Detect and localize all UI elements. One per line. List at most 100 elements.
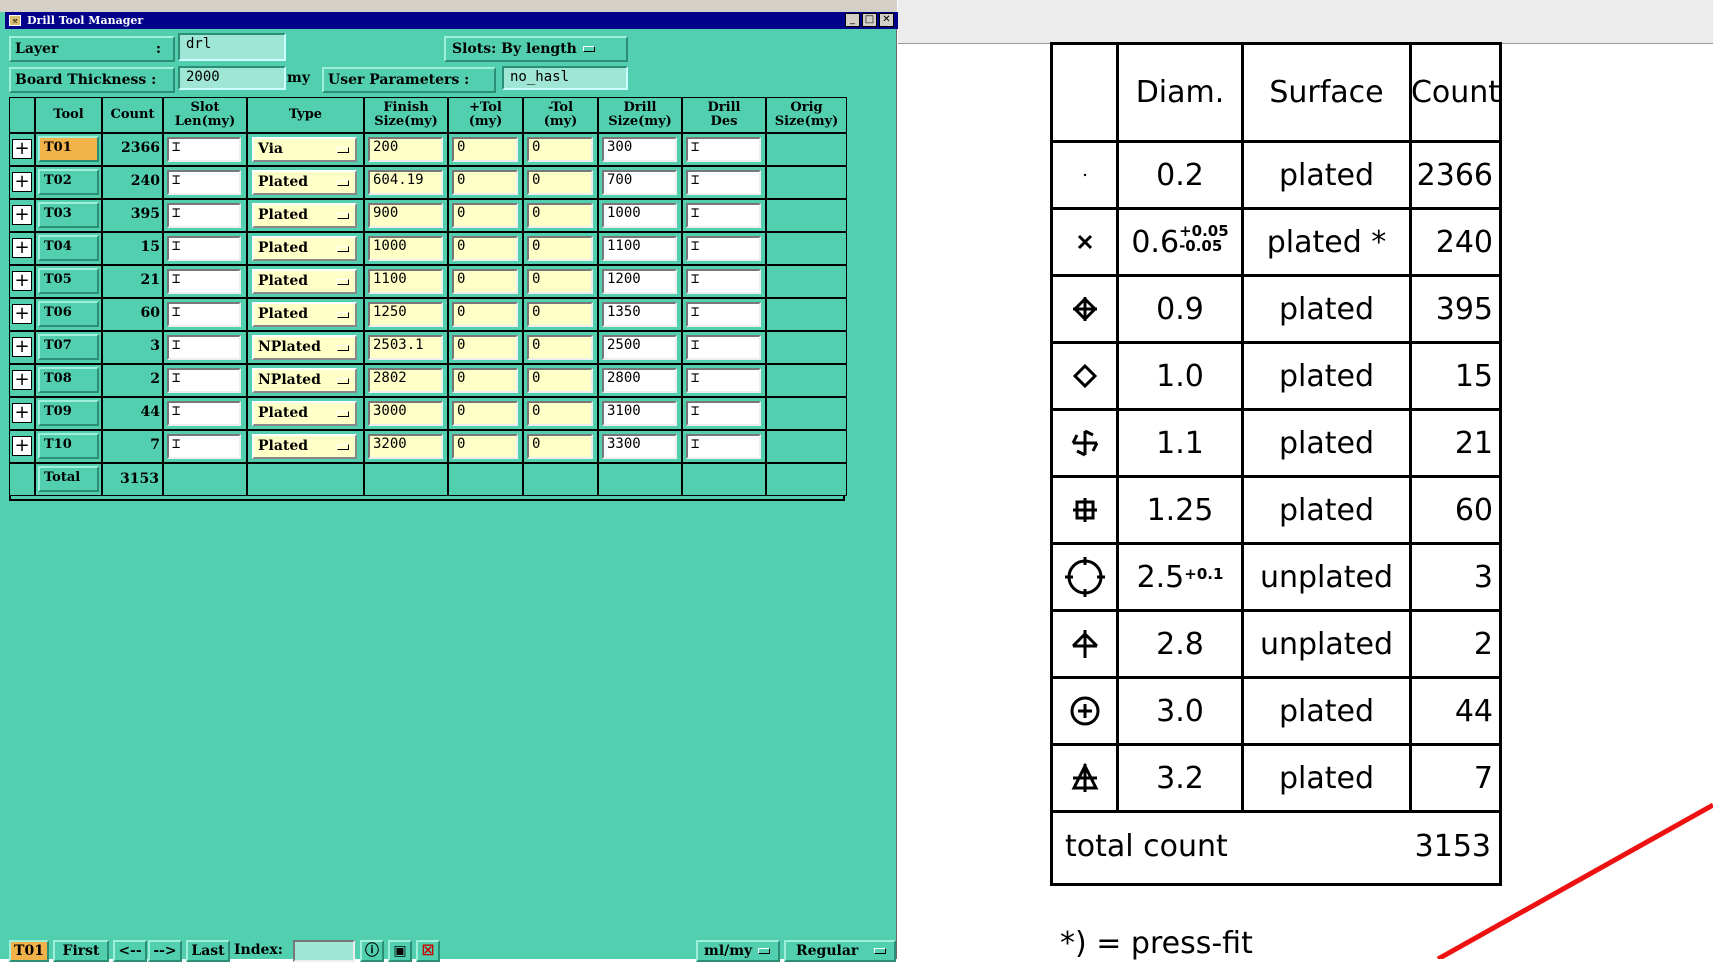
expand-icon[interactable]: + [12, 205, 32, 225]
plus-tol-input[interactable]: 0 [452, 203, 518, 228]
tool-button[interactable]: T10 [38, 433, 99, 459]
expand-icon[interactable]: + [12, 436, 32, 456]
maximize-button[interactable]: □ [862, 13, 877, 27]
tool-button[interactable]: T09 [38, 400, 99, 426]
plus-tol-input[interactable]: 0 [452, 434, 518, 459]
type-dropdown[interactable]: Plated [252, 401, 357, 426]
drill-des-input[interactable]: ⌶ [686, 401, 761, 426]
close-button[interactable]: ✕ [879, 13, 894, 27]
expand-icon[interactable]: + [12, 304, 32, 324]
drill-size-input[interactable]: 300 [602, 137, 677, 162]
slot-length-input[interactable]: ⌶ [167, 203, 241, 228]
type-dropdown[interactable]: Plated [252, 170, 357, 195]
slot-length-input[interactable]: ⌶ [167, 302, 241, 327]
tool-button[interactable]: T04 [38, 235, 99, 261]
type-dropdown[interactable]: NPlated [252, 368, 357, 393]
minus-tol-input[interactable]: 0 [527, 302, 593, 327]
expand-icon[interactable]: + [12, 337, 32, 357]
tool-button[interactable]: T07 [38, 334, 99, 360]
slot-length-input[interactable]: ⌶ [167, 137, 241, 162]
drill-size-input[interactable]: 3100 [602, 401, 677, 426]
type-dropdown[interactable]: NPlated [252, 335, 357, 360]
drill-size-input[interactable]: 1000 [602, 203, 677, 228]
tool-button[interactable]: T02 [38, 169, 99, 195]
plus-tol-input[interactable]: 0 [452, 170, 518, 195]
drill-size-input[interactable]: 700 [602, 170, 677, 195]
slot-length-input[interactable]: ⌶ [167, 236, 241, 261]
finish-size-input[interactable]: 1250 [368, 302, 443, 327]
expand-icon[interactable]: + [12, 238, 32, 258]
minus-tol-input[interactable]: 0 [527, 203, 593, 228]
finish-size-input[interactable]: 3000 [368, 401, 443, 426]
minus-tol-input[interactable]: 0 [527, 137, 593, 162]
drill-des-input[interactable]: ⌶ [686, 335, 761, 360]
type-dropdown[interactable]: Plated [252, 302, 357, 327]
slots-dropdown[interactable]: Slots: By length [444, 36, 628, 62]
type-dropdown[interactable]: Plated [252, 434, 357, 459]
tool-button[interactable]: T08 [38, 367, 99, 393]
minus-tol-input[interactable]: 0 [527, 236, 593, 261]
tool-count: 15 [140, 239, 160, 255]
minus-tol-input[interactable]: 0 [527, 170, 593, 195]
finish-size-input[interactable]: 1000 [368, 236, 443, 261]
slot-length-input[interactable]: ⌶ [167, 401, 241, 426]
tool-button[interactable]: T03 [38, 202, 99, 228]
expand-icon[interactable]: + [12, 370, 32, 390]
drill-des-input[interactable]: ⌶ [686, 368, 761, 393]
drill-des-input[interactable]: ⌶ [686, 269, 761, 294]
minus-tol-input[interactable]: 0 [527, 335, 593, 360]
finish-size-input[interactable]: 604.19 [368, 170, 443, 195]
app-icon: ⚒ [9, 15, 21, 26]
expand-icon[interactable]: + [12, 403, 32, 423]
slot-length-input[interactable]: ⌶ [167, 269, 241, 294]
drill-size-input[interactable]: 2500 [602, 335, 677, 360]
drill-size-input[interactable]: 1100 [602, 236, 677, 261]
drill-des-input[interactable]: ⌶ [686, 203, 761, 228]
tool-button[interactable]: T01 [38, 136, 99, 162]
drill-size-input[interactable]: 1200 [602, 269, 677, 294]
layer-field[interactable]: drl [178, 33, 286, 61]
minus-tol-input[interactable]: 0 [527, 368, 593, 393]
type-dropdown[interactable]: Via [252, 137, 357, 162]
finish-size-input[interactable]: 2503.1 [368, 335, 443, 360]
finish-size-input[interactable]: 3200 [368, 434, 443, 459]
expand-icon[interactable]: + [12, 172, 32, 192]
drill-des-input[interactable]: ⌶ [686, 434, 761, 459]
plus-tol-input[interactable]: 0 [452, 269, 518, 294]
drill-des-input[interactable]: ⌶ [686, 137, 761, 162]
finish-size-input[interactable]: 1100 [368, 269, 443, 294]
type-dropdown[interactable]: Plated [252, 269, 357, 294]
plus-tol-input[interactable]: 0 [452, 137, 518, 162]
drill-size-input[interactable]: 1350 [602, 302, 677, 327]
minus-tol-input[interactable]: 0 [527, 434, 593, 459]
slot-length-input[interactable]: ⌶ [167, 335, 241, 360]
drill-des-input[interactable]: ⌶ [686, 170, 761, 195]
minus-tol-input[interactable]: 0 [527, 401, 593, 426]
slot-length-input[interactable]: ⌶ [167, 434, 241, 459]
expand-icon[interactable]: + [12, 271, 32, 291]
slot-length-input[interactable]: ⌶ [167, 170, 241, 195]
board-thickness-field[interactable]: 2000 [178, 66, 286, 90]
finish-size-input[interactable]: 900 [368, 203, 443, 228]
expand-icon[interactable]: + [12, 139, 32, 159]
minimize-button[interactable]: _ [845, 13, 860, 27]
plus-tol-input[interactable]: 0 [452, 401, 518, 426]
plus-tol-input[interactable]: 0 [452, 368, 518, 393]
finish-size-input[interactable]: 200 [368, 137, 443, 162]
plus-tol-input[interactable]: 0 [452, 302, 518, 327]
type-dropdown[interactable]: Plated [252, 203, 357, 228]
drill-des-input[interactable]: ⌶ [686, 236, 761, 261]
arrow-cross-symbol [1071, 630, 1098, 658]
user-parameters-field[interactable]: no_hasl [502, 66, 628, 90]
drill-des-input[interactable]: ⌶ [686, 302, 761, 327]
plus-tol-input[interactable]: 0 [452, 335, 518, 360]
minus-tol-input[interactable]: 0 [527, 269, 593, 294]
drill-size-input[interactable]: 3300 [602, 434, 677, 459]
type-dropdown[interactable]: Plated [252, 236, 357, 261]
slot-length-input[interactable]: ⌶ [167, 368, 241, 393]
tool-button[interactable]: T05 [38, 268, 99, 294]
tool-button[interactable]: T06 [38, 301, 99, 327]
plus-tol-input[interactable]: 0 [452, 236, 518, 261]
finish-size-input[interactable]: 2802 [368, 368, 443, 393]
drill-size-input[interactable]: 2800 [602, 368, 677, 393]
